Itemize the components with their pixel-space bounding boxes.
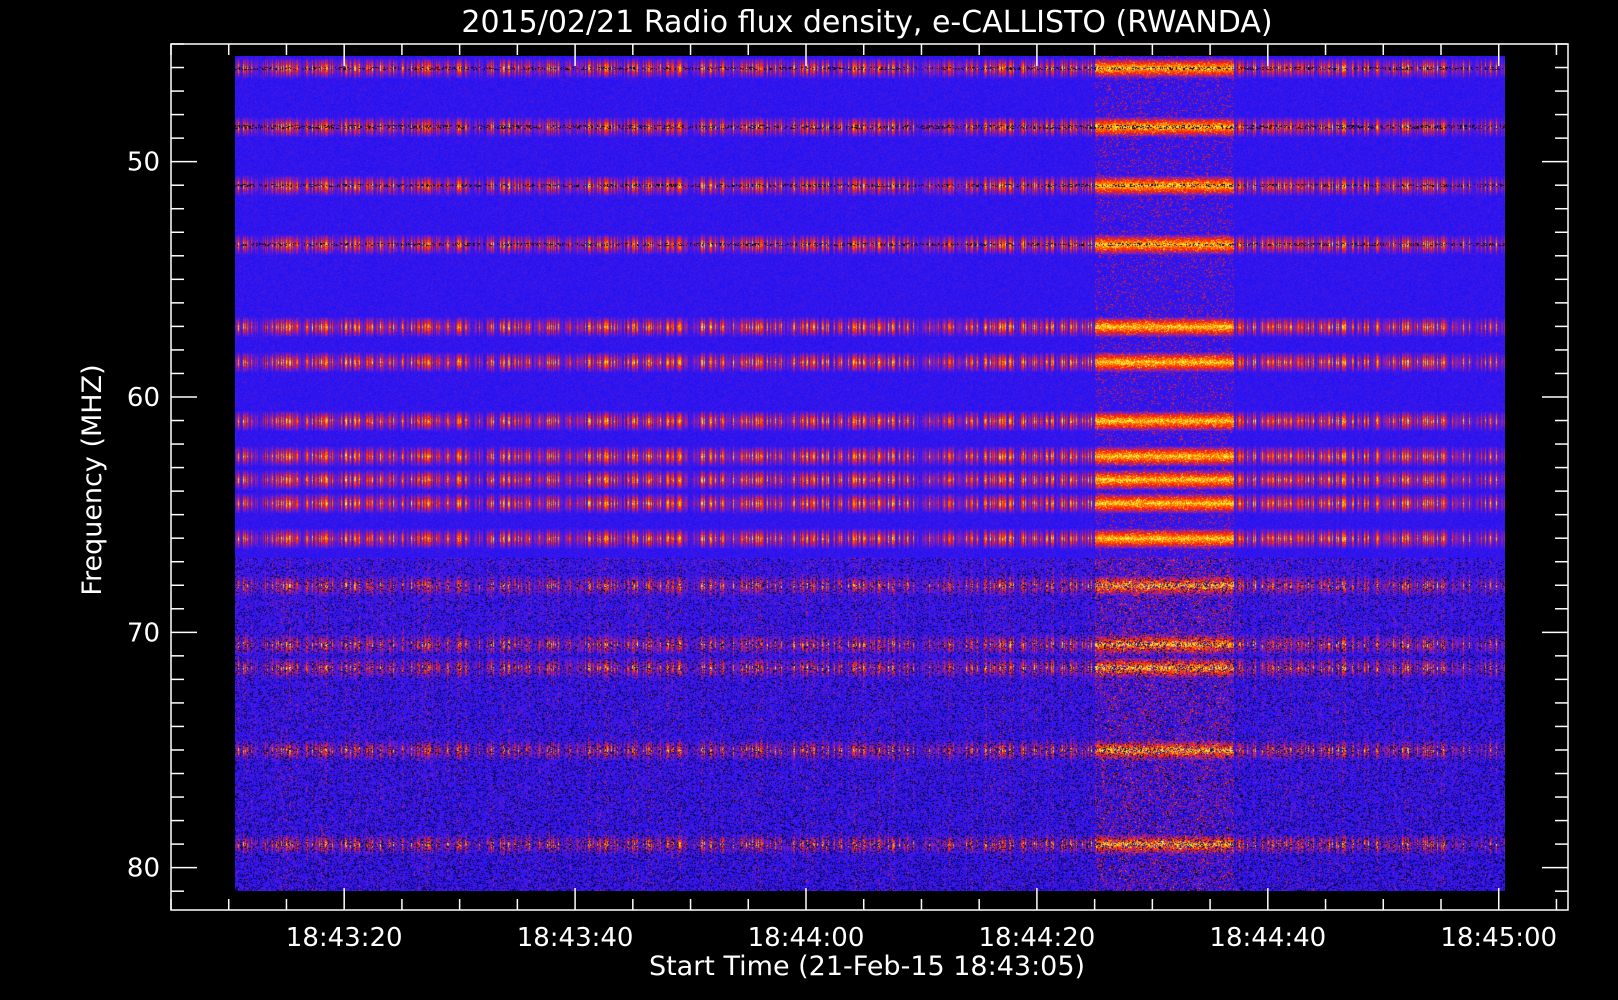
y-tick-label: 60	[127, 383, 160, 413]
x-tick-label: 18:43:20	[286, 923, 403, 953]
y-tick-label: 80	[127, 854, 160, 884]
x-tick-label: 18:44:00	[748, 923, 865, 953]
y-axis-label: Frequency (MHZ)	[77, 364, 108, 595]
x-tick-label: 18:44:40	[1209, 923, 1326, 953]
x-axis-label: Start Time (21-Feb-15 18:43:05)	[649, 951, 1085, 982]
spectrogram-chart: 2015/02/21 Radio flux density, e-CALLIST…	[0, 0, 1618, 1000]
x-tick-label: 18:45:00	[1440, 923, 1557, 953]
spectrogram-image	[235, 56, 1505, 891]
y-tick-label: 50	[127, 148, 160, 178]
spectrogram-heatmap	[235, 56, 1505, 891]
y-tick-label: 70	[127, 618, 160, 648]
chart-title: 2015/02/21 Radio flux density, e-CALLIST…	[461, 5, 1272, 40]
x-tick-label: 18:43:40	[517, 923, 634, 953]
x-tick-label: 18:44:20	[979, 923, 1096, 953]
